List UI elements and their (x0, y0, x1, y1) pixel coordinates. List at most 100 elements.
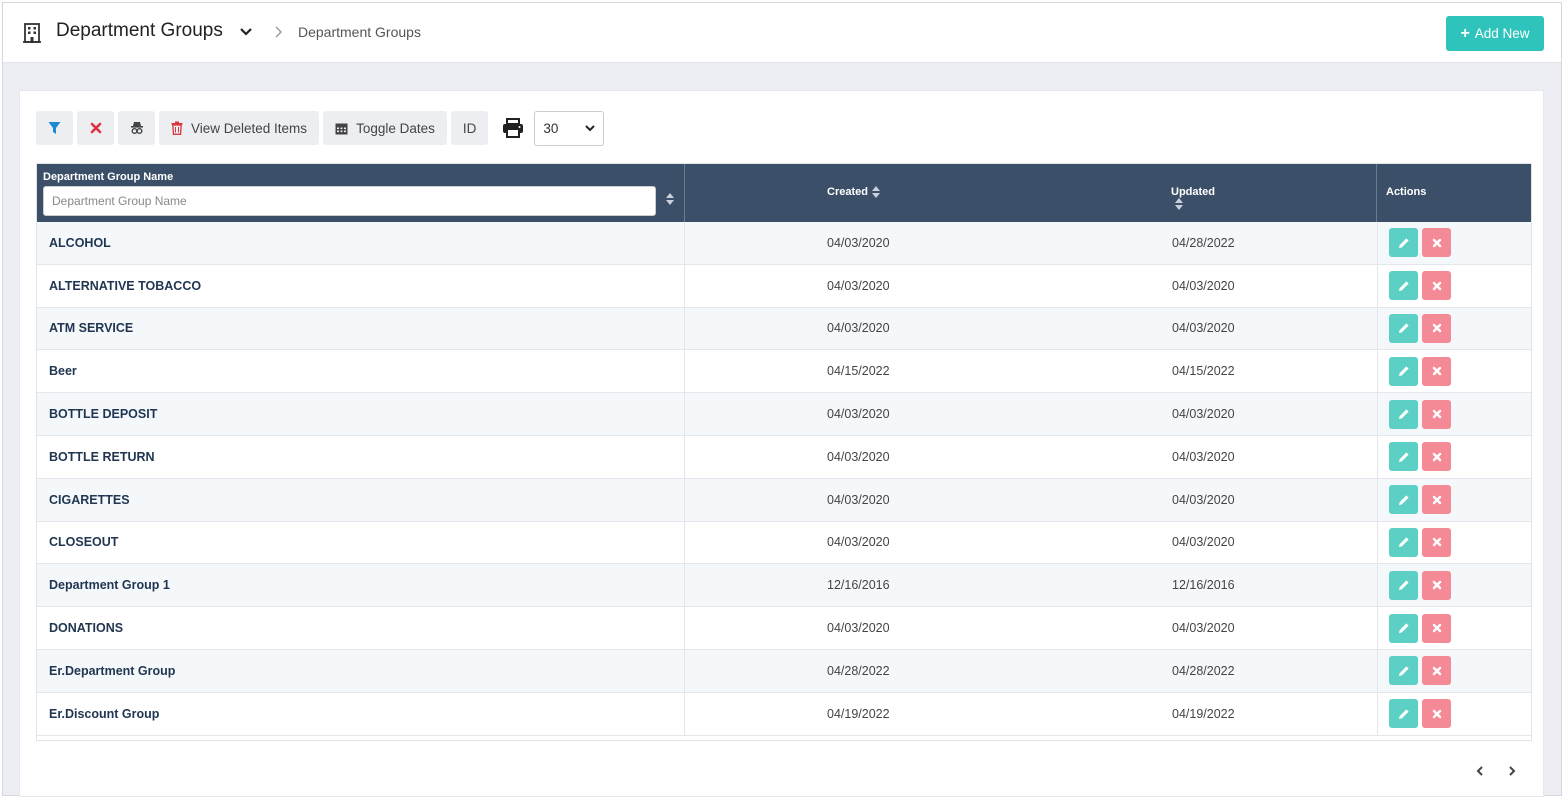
chevron-down-icon (585, 124, 596, 131)
cell-name[interactable]: Er.Discount Group (37, 692, 685, 735)
cell-name[interactable]: Department Group 1 (37, 564, 685, 607)
delete-button[interactable] (1422, 485, 1451, 515)
delete-button[interactable] (1422, 228, 1451, 258)
delete-button[interactable] (1422, 399, 1451, 429)
add-new-label: Add New (1474, 26, 1530, 41)
cell-actions (1377, 222, 1531, 264)
delete-button[interactable] (1422, 356, 1451, 386)
edit-button[interactable] (1389, 313, 1418, 343)
cell-name[interactable]: DONATIONS (37, 607, 685, 649)
print-icon[interactable] (502, 118, 524, 138)
column-header-created[interactable]: Created (685, 164, 1377, 222)
column-label-created: Created (827, 186, 880, 199)
table-row: CIGARETTES 04/03/2020 04/03/2020 (37, 478, 1531, 522)
column-header-actions: Actions (1377, 164, 1531, 222)
toggle-dates-button[interactable]: Toggle Dates (323, 111, 447, 145)
cell-updated: 04/28/2022 (1172, 663, 1235, 678)
cell-actions (1377, 350, 1531, 393)
content-card: View Deleted Items Toggle Dates ID 30 De… (19, 90, 1544, 797)
column-label-actions: Actions (1386, 186, 1427, 198)
edit-button[interactable] (1389, 442, 1418, 472)
cell-actions (1377, 607, 1531, 649)
edit-button[interactable] (1389, 613, 1418, 643)
incognito-button[interactable] (118, 111, 155, 145)
cell-name[interactable]: Er.Department Group (37, 649, 685, 692)
delete-button[interactable] (1422, 313, 1451, 343)
view-deleted-items-button[interactable]: View Deleted Items (159, 111, 320, 145)
cell-updated: 04/03/2020 (1172, 449, 1235, 464)
cell-created: 04/03/2020 (827, 492, 890, 507)
clear-filters-button[interactable] (77, 111, 114, 145)
delete-button[interactable] (1422, 271, 1451, 301)
delete-button[interactable] (1422, 527, 1451, 557)
cell-name[interactable]: BOTTLE RETURN (37, 435, 685, 478)
delete-button[interactable] (1422, 656, 1451, 686)
edit-button[interactable] (1389, 699, 1418, 729)
cell-name[interactable]: ATM SERVICE (37, 307, 685, 350)
delete-button[interactable] (1422, 699, 1451, 729)
close-icon (90, 122, 101, 134)
close-icon (1432, 538, 1441, 547)
column-header-name: Department Group Name (37, 164, 685, 222)
cell-updated: 12/16/2016 (1172, 578, 1235, 593)
cell-name[interactable]: BOTTLE DEPOSIT (37, 393, 685, 435)
cell-updated: 04/03/2020 (1172, 621, 1235, 636)
delete-button[interactable] (1422, 613, 1451, 643)
cell-name[interactable]: CIGARETTES (37, 478, 685, 521)
chevron-left-icon[interactable] (1474, 764, 1486, 778)
pagination (1474, 764, 1518, 778)
cell-updated: 04/03/2020 (1172, 407, 1235, 422)
department-groups-table: Department Group Name Created Updated (36, 163, 1532, 741)
cell-name[interactable]: ALCOHOL (37, 222, 685, 264)
cell-name[interactable]: ALTERNATIVE TOBACCO (37, 264, 685, 307)
cell-created: 04/03/2020 (827, 621, 890, 636)
pencil-icon (1398, 323, 1409, 334)
add-new-button[interactable]: + Add New (1446, 16, 1544, 51)
id-toggle-button[interactable]: ID (450, 111, 489, 145)
edit-button[interactable] (1389, 570, 1418, 600)
edit-button[interactable] (1389, 399, 1418, 429)
column-label-updated: Updated (1171, 186, 1215, 211)
building-icon (23, 23, 41, 43)
table-row: ALCOHOL 04/03/2020 04/28/2022 (37, 222, 1531, 265)
delete-button[interactable] (1422, 442, 1451, 472)
table-row: DONATIONS 04/03/2020 04/03/2020 (37, 607, 1531, 650)
delete-button[interactable] (1422, 570, 1451, 600)
edit-button[interactable] (1389, 656, 1418, 686)
cell-actions (1377, 478, 1531, 521)
name-filter-input[interactable] (43, 186, 656, 216)
cell-name[interactable]: CLOSEOUT (37, 521, 685, 564)
cell-updated: 04/15/2022 (1172, 364, 1235, 379)
cell-created: 04/03/2020 (827, 278, 890, 293)
pencil-icon (1398, 495, 1409, 505)
pencil-icon (1398, 666, 1409, 676)
table-row: ATM SERVICE 04/03/2020 04/03/2020 (37, 307, 1531, 351)
edit-button[interactable] (1389, 485, 1418, 515)
close-icon (1432, 238, 1441, 248)
edit-button[interactable] (1389, 356, 1418, 386)
table-row: CLOSEOUT 04/03/2020 04/03/2020 (37, 521, 1531, 565)
pencil-icon (1398, 623, 1409, 634)
edit-button[interactable] (1389, 271, 1418, 301)
edit-button[interactable] (1389, 527, 1418, 557)
breadcrumb-current: Department Groups (298, 24, 421, 40)
chevron-right-icon[interactable] (1506, 764, 1518, 778)
close-icon (1432, 666, 1441, 676)
cell-name[interactable]: Beer (37, 350, 685, 393)
table-toolbar: View Deleted Items Toggle Dates ID 30 (36, 110, 605, 146)
cell-actions (1377, 435, 1531, 478)
toggle-dates-label: Toggle Dates (356, 120, 435, 136)
cell-created: 04/03/2020 (827, 321, 890, 336)
filter-button[interactable] (36, 111, 73, 145)
page-size-select[interactable]: 30 (534, 110, 605, 146)
chevron-down-icon[interactable] (239, 27, 253, 37)
sort-icon[interactable] (666, 193, 674, 205)
cell-created: 04/03/2020 (827, 449, 890, 464)
cell-actions (1377, 521, 1531, 564)
view-deleted-label: View Deleted Items (191, 120, 308, 136)
table-header: Department Group Name Created Updated (37, 164, 1531, 222)
cell-created: 04/19/2022 (827, 706, 890, 721)
edit-button[interactable] (1389, 228, 1418, 258)
filter-icon (48, 122, 61, 134)
pencil-icon (1398, 537, 1409, 548)
